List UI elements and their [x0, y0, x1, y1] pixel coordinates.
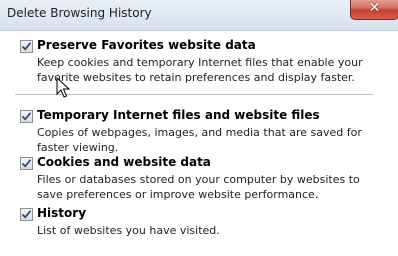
- history-label[interactable]: History: [37, 206, 86, 221]
- title-bar[interactable]: Delete Browsing History ✕: [0, 0, 398, 31]
- delete-browsing-history-dialog: Delete Browsing History ✕ Preserve Favor…: [0, 0, 398, 256]
- options-panel: Preserve Favorites website data Keep coo…: [0, 31, 398, 256]
- preserve-favorites-description: Keep cookies and temporary Internet file…: [37, 56, 363, 84]
- checkmark-icon: [21, 112, 32, 121]
- close-button[interactable]: ✕: [350, 0, 398, 20]
- temporary-internet-files-description: Copies of webpages, images, and media th…: [37, 126, 362, 154]
- temporary-internet-files-checkbox[interactable]: [20, 110, 33, 123]
- checkmark-icon: [21, 159, 32, 168]
- cookies-description: Files or databases stored on your comput…: [37, 173, 360, 201]
- cookies-checkbox[interactable]: [20, 157, 33, 170]
- temporary-internet-files-label[interactable]: Temporary Internet files and website fil…: [37, 108, 320, 123]
- window-title: Delete Browsing History: [7, 6, 152, 20]
- history-checkbox[interactable]: [20, 208, 33, 221]
- checkmark-icon: [21, 210, 32, 219]
- close-icon: ✕: [368, 0, 381, 16]
- checkmark-icon: [21, 42, 32, 51]
- cookies-label[interactable]: Cookies and website data: [37, 155, 211, 170]
- preserve-favorites-checkbox[interactable]: [20, 40, 33, 53]
- mouse-pointer-icon: [56, 77, 70, 98]
- history-description: List of websites you have visited.: [37, 224, 220, 237]
- preserve-favorites-label[interactable]: Preserve Favorites website data: [37, 38, 256, 53]
